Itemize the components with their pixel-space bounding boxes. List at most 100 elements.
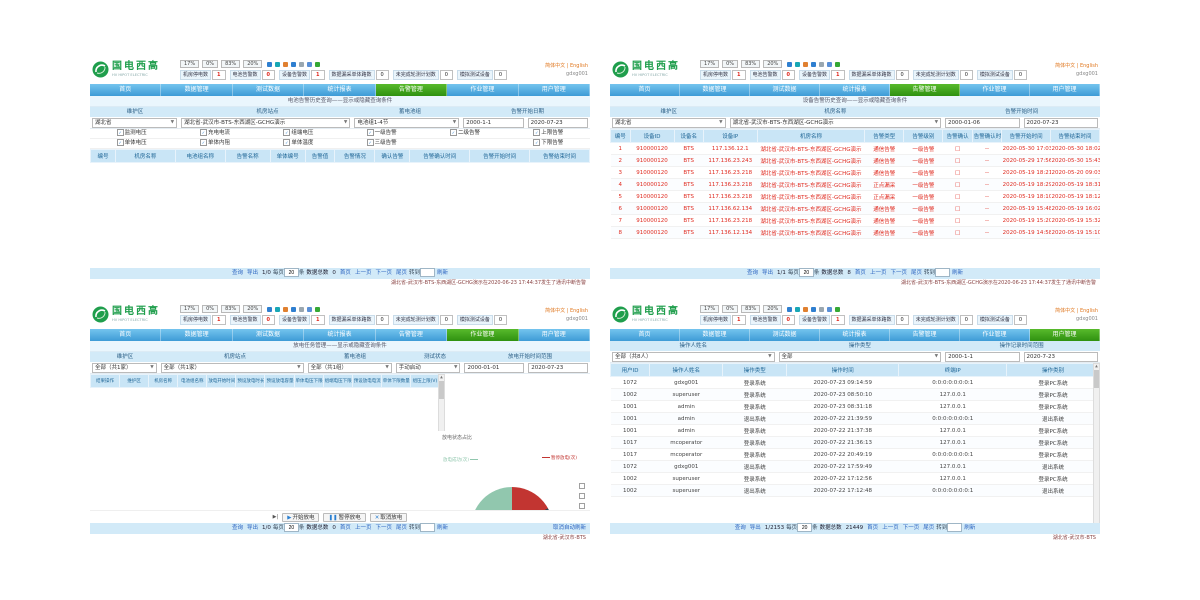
refresh-icon[interactable] bbox=[835, 307, 840, 312]
table-row[interactable]: 4910000120BTS117.136.23.218湖北省-武汉市-BTS-东… bbox=[611, 179, 1100, 191]
checkbox-icon[interactable]: ✓ bbox=[117, 139, 124, 146]
nav-tab[interactable]: 测试数据 bbox=[233, 329, 304, 341]
nav-tab[interactable]: 用户管理 bbox=[519, 84, 590, 96]
first-page-link[interactable]: 首页 bbox=[855, 270, 866, 276]
checkbox-option[interactable]: ✓下限告警 bbox=[507, 139, 590, 148]
battery-icon[interactable] bbox=[811, 62, 816, 67]
query-toggle-title[interactable]: 放电任务管理——显示或隐藏查询条件 bbox=[90, 341, 590, 352]
phone-icon[interactable] bbox=[307, 307, 312, 312]
goto-page-input[interactable] bbox=[420, 523, 435, 532]
date-to-input[interactable]: 2020-7-23 bbox=[1024, 352, 1098, 362]
date-to-input[interactable]: 2020-07-23 bbox=[1024, 118, 1098, 128]
prev-page-link[interactable]: 上一页 bbox=[870, 270, 887, 276]
nav-tab[interactable]: 统计报表 bbox=[820, 329, 890, 341]
table-row[interactable]: 1002superuser退出系统2020-07-22 17:12:480:0:… bbox=[611, 485, 1100, 497]
wifi-icon[interactable] bbox=[275, 307, 280, 312]
battery-icon[interactable] bbox=[811, 307, 816, 312]
date-from-input[interactable]: 2000-1-1 bbox=[463, 118, 523, 128]
monitor-icon[interactable] bbox=[267, 62, 272, 67]
grid-icon[interactable] bbox=[299, 307, 304, 312]
region-select[interactable]: 全部（共1家）▼ bbox=[92, 363, 157, 373]
nav-tab[interactable]: 统计报表 bbox=[304, 84, 375, 96]
language-switch[interactable]: 简体中文 | English bbox=[526, 307, 588, 315]
battery-icon[interactable] bbox=[291, 62, 296, 67]
checkbox-option[interactable]: ✓一级告警 bbox=[340, 129, 423, 138]
grid-icon[interactable] bbox=[299, 62, 304, 67]
grid-icon[interactable] bbox=[819, 62, 824, 67]
checkbox-icon[interactable]: ✓ bbox=[283, 139, 290, 146]
query-button[interactable]: 查询 bbox=[232, 525, 243, 531]
refresh-icon[interactable] bbox=[835, 62, 840, 67]
nav-tab[interactable]: 首页 bbox=[610, 329, 680, 341]
checkbox-option[interactable]: ✓单体电压 bbox=[90, 139, 173, 148]
checkbox-option[interactable]: ✓单体内阻 bbox=[173, 139, 256, 148]
per-page-input[interactable] bbox=[799, 268, 814, 277]
first-page-link[interactable]: 首页 bbox=[340, 270, 351, 276]
refresh-icon[interactable] bbox=[315, 307, 320, 312]
next-page-link[interactable]: 下一页 bbox=[903, 525, 920, 531]
site-select[interactable]: 全部（共1家）▼ bbox=[161, 363, 304, 373]
checkbox-option[interactable]: ✓二级告警 bbox=[423, 129, 506, 138]
nav-tab[interactable]: 统计报表 bbox=[820, 84, 890, 96]
nav-tab[interactable]: 数据管理 bbox=[161, 329, 232, 341]
wifi-icon[interactable] bbox=[275, 62, 280, 67]
wifi-icon[interactable] bbox=[795, 307, 800, 312]
date-to-input[interactable]: 2020-07-23 bbox=[528, 363, 588, 373]
alarm-icon[interactable] bbox=[803, 307, 808, 312]
table-row[interactable]: 1017mcoperator登录系统2020-07-22 21:36:13127… bbox=[611, 437, 1100, 449]
table-row[interactable]: 1910000120BTS117.136.12.1湖北省-武汉市-BTS-东西湖… bbox=[611, 143, 1100, 155]
nav-tab[interactable]: 告警管理 bbox=[376, 84, 447, 96]
nav-tab[interactable]: 数据管理 bbox=[680, 329, 750, 341]
battery-group-select[interactable]: 电池组1-4节▼ bbox=[354, 118, 459, 128]
next-page-link[interactable]: 下一页 bbox=[890, 270, 907, 276]
language-switch[interactable]: 简体中文 | English bbox=[1036, 62, 1098, 70]
nav-tab[interactable]: 用户管理 bbox=[1030, 329, 1100, 341]
checkbox-option[interactable]: ✓上限告警 bbox=[507, 129, 590, 138]
site-select[interactable]: 湖北省-武汉市-BTS-东西湖区-GCHG演示▼ bbox=[730, 118, 941, 128]
cancel-auto-refresh-link[interactable]: 取消自动刷新 bbox=[553, 523, 586, 534]
goto-page-input[interactable] bbox=[935, 268, 950, 277]
nav-tab[interactable]: 用户管理 bbox=[519, 329, 590, 341]
checkbox-option[interactable]: ✓监测电压 bbox=[90, 129, 173, 138]
next-page-link[interactable]: 下一页 bbox=[375, 270, 392, 276]
vertical-scrollbar[interactable]: ▲ bbox=[1093, 363, 1100, 523]
save-image-icon[interactable] bbox=[579, 483, 585, 489]
checkbox-icon[interactable]: ✓ bbox=[367, 129, 374, 136]
operation-type-select[interactable]: 全部▼ bbox=[779, 352, 942, 362]
wifi-icon[interactable] bbox=[795, 62, 800, 67]
checkbox-icon[interactable]: ✓ bbox=[200, 139, 207, 146]
nav-tab[interactable]: 测试数据 bbox=[750, 84, 820, 96]
scrollbar-thumb[interactable] bbox=[439, 381, 444, 399]
alarm-icon[interactable] bbox=[283, 307, 288, 312]
prev-page-link[interactable]: 上一页 bbox=[355, 270, 372, 276]
checkbox-option[interactable]: ✓单体温度 bbox=[257, 139, 340, 148]
region-select[interactable]: 湖北省▼ bbox=[92, 118, 177, 128]
nav-tab[interactable]: 测试数据 bbox=[233, 84, 304, 96]
refresh-link[interactable]: 刷新 bbox=[437, 270, 448, 276]
nav-tab[interactable]: 用户管理 bbox=[1030, 84, 1100, 96]
table-row[interactable]: 1001admin登录系统2020-07-22 21:37:38127.0.0.… bbox=[611, 425, 1100, 437]
per-page-input[interactable] bbox=[284, 268, 299, 277]
date-from-input[interactable]: 2000-1-1 bbox=[945, 352, 1019, 362]
refresh-link[interactable]: 刷新 bbox=[964, 525, 975, 531]
nav-tab[interactable]: 告警管理 bbox=[890, 84, 960, 96]
date-to-input[interactable]: 2020-07-23 bbox=[528, 118, 588, 128]
restore-icon[interactable] bbox=[579, 503, 585, 509]
cancel-discharge-button[interactable]: ✕取消放电 bbox=[370, 513, 408, 522]
last-page-link[interactable]: 尾页 bbox=[396, 525, 407, 531]
nav-tab[interactable]: 告警管理 bbox=[376, 329, 447, 341]
last-page-link[interactable]: 尾页 bbox=[923, 525, 934, 531]
table-row[interactable]: 8910000120BTS117.136.12.134湖北省-武汉市-BTS-东… bbox=[611, 227, 1100, 239]
last-page-link[interactable]: 尾页 bbox=[911, 270, 922, 276]
last-page-link[interactable]: 尾页 bbox=[396, 270, 407, 276]
query-toggle-title[interactable]: 设备告警历史查询——显示或隐藏查询条件 bbox=[610, 96, 1100, 107]
checkbox-icon[interactable]: ✓ bbox=[367, 139, 374, 146]
table-row[interactable]: 1001admin登录系统2020-07-23 08:31:18127.0.0.… bbox=[611, 401, 1100, 413]
checkbox-icon[interactable]: ✓ bbox=[533, 129, 540, 136]
phone-icon[interactable] bbox=[827, 307, 832, 312]
date-from-input[interactable]: 2000-01-01 bbox=[464, 363, 524, 373]
scroll-up-icon[interactable]: ▲ bbox=[439, 375, 444, 380]
monitor-icon[interactable] bbox=[787, 62, 792, 67]
nav-tab[interactable]: 作业管理 bbox=[447, 329, 518, 341]
export-button[interactable]: 导出 bbox=[247, 270, 258, 276]
